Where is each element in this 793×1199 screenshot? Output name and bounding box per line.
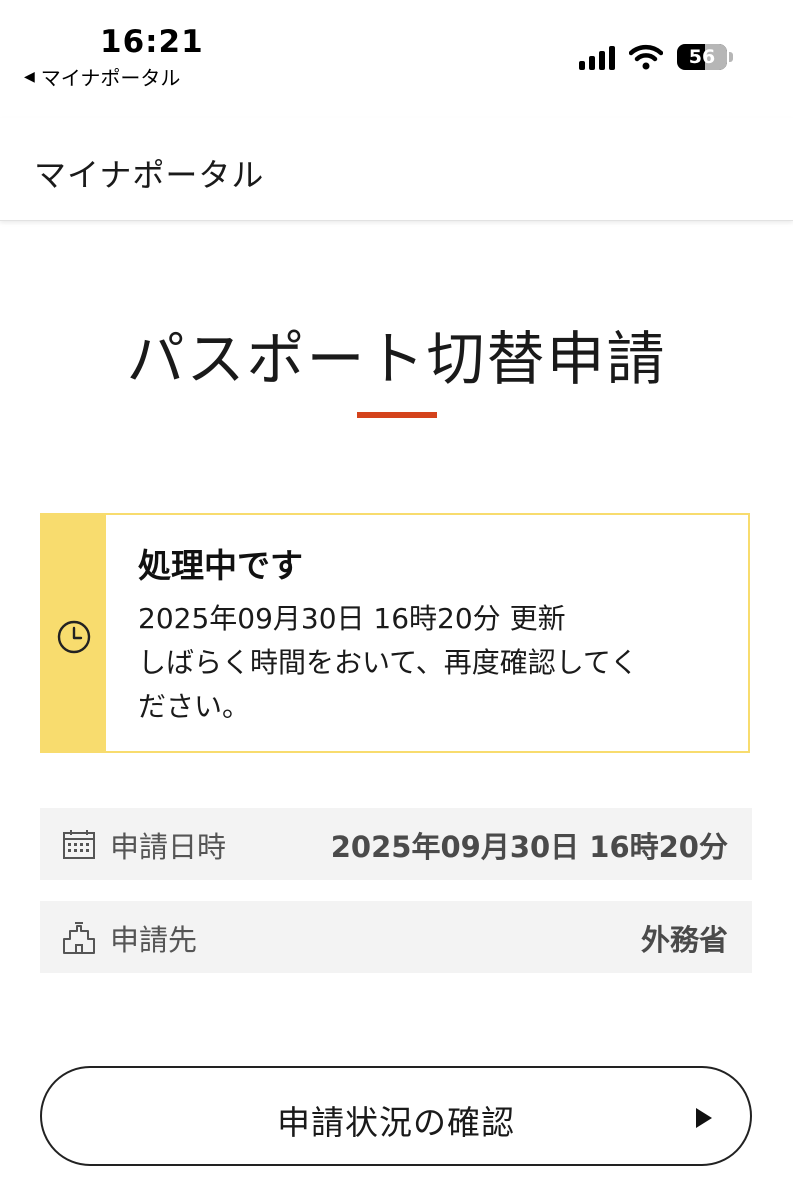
- check-status-label: 申請状況の確認: [277, 1103, 515, 1142]
- status-message-line-2: ださい。: [138, 690, 251, 723]
- status-indicators: 56: [579, 44, 733, 70]
- clock-icon: [57, 620, 91, 654]
- application-date-row: 申請日時 2025年09月30日 16時20分: [40, 808, 752, 880]
- application-destination-row: 申請先 外務省: [40, 901, 752, 973]
- status-message-line-1: しばらく時間をおいて、再度確認してく: [138, 646, 639, 679]
- status-box-side-bar: [42, 515, 106, 751]
- application-destination-label: 申請先: [110, 923, 198, 957]
- battery-icon: 56: [677, 44, 733, 70]
- application-destination-value: 外務省: [640, 923, 728, 957]
- calendar-icon: [63, 830, 95, 859]
- status-updated: 2025年09月30日 16時20分 更新: [138, 602, 566, 635]
- check-application-status-button[interactable]: 申請状況の確認: [40, 1066, 752, 1166]
- status-box-body: 処理中です 2025年09月30日 16時20分 更新 しばらく時間をおいて、再…: [138, 539, 728, 729]
- back-to-app-link[interactable]: ◀ マイナポータル: [24, 62, 180, 91]
- status-heading: 処理中です: [138, 546, 303, 585]
- back-triangle-icon: ◀: [24, 68, 35, 85]
- building-icon: [63, 922, 95, 954]
- page-title: パスポート切替申請: [126, 325, 667, 393]
- back-to-app-label: マイナポータル: [40, 66, 181, 90]
- status-time: 16:21: [100, 24, 204, 60]
- title-underline: [357, 412, 437, 418]
- status-bar: 16:21 ◀ マイナポータル 56: [0, 0, 793, 100]
- cellular-signal-icon: [579, 44, 615, 70]
- app-header: マイナポータル: [0, 118, 793, 221]
- application-date-value: 2025年09月30日 16時20分: [330, 830, 728, 864]
- play-arrow-icon: [696, 1108, 712, 1128]
- application-date-label: 申請日時: [110, 830, 227, 864]
- app-header-title: マイナポータル: [34, 156, 265, 194]
- battery-level: 56: [688, 46, 716, 68]
- wifi-icon: [629, 44, 663, 70]
- processing-status-box: 処理中です 2025年09月30日 16時20分 更新 しばらく時間をおいて、再…: [40, 513, 750, 753]
